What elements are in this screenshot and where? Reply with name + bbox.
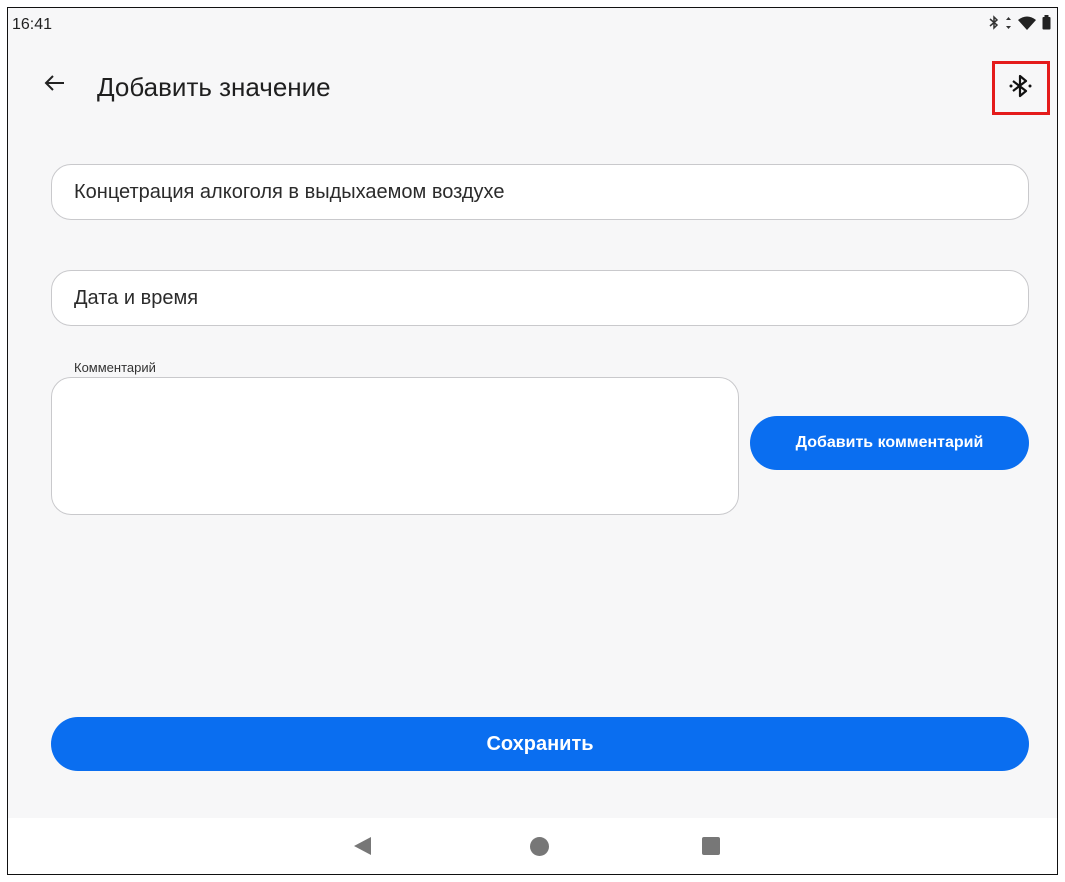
bluetooth-icon xyxy=(989,15,999,33)
bluetooth-connect-button[interactable] xyxy=(992,61,1050,115)
measurement-type-text: Концетрация алкоголя в выдыхаемом воздух… xyxy=(74,180,505,203)
app-bar: Добавить значение xyxy=(8,58,1057,115)
datetime-field[interactable]: Дата и время xyxy=(51,270,1029,326)
measurement-type-field[interactable]: Концетрация алкоголя в выдыхаемом воздух… xyxy=(51,164,1029,220)
comment-label: Комментарий xyxy=(74,360,156,375)
status-time: 16:41 xyxy=(12,16,53,33)
datetime-text: Дата и время xyxy=(74,286,199,309)
arrow-left-icon xyxy=(43,74,65,97)
data-arrows-icon xyxy=(1005,16,1012,33)
nav-recents-icon[interactable] xyxy=(702,837,720,855)
comment-input[interactable] xyxy=(51,377,739,515)
nav-home-icon[interactable] xyxy=(530,837,549,856)
status-bar: 16:41 xyxy=(8,8,1057,42)
navigation-bar xyxy=(8,818,1057,874)
wifi-icon xyxy=(1018,16,1036,33)
status-icons xyxy=(989,15,1051,33)
add-comment-button[interactable]: Добавить комментарий xyxy=(750,416,1029,470)
back-button[interactable] xyxy=(36,70,72,100)
app-screen: 16:41 Добавить значение Концетрация алко… xyxy=(7,7,1058,875)
save-button[interactable]: Сохранить xyxy=(51,717,1029,771)
page-title: Добавить значение xyxy=(97,72,331,102)
battery-icon xyxy=(1042,15,1051,33)
bluetooth-searching-icon xyxy=(1008,73,1034,104)
nav-back-icon[interactable] xyxy=(354,837,371,855)
